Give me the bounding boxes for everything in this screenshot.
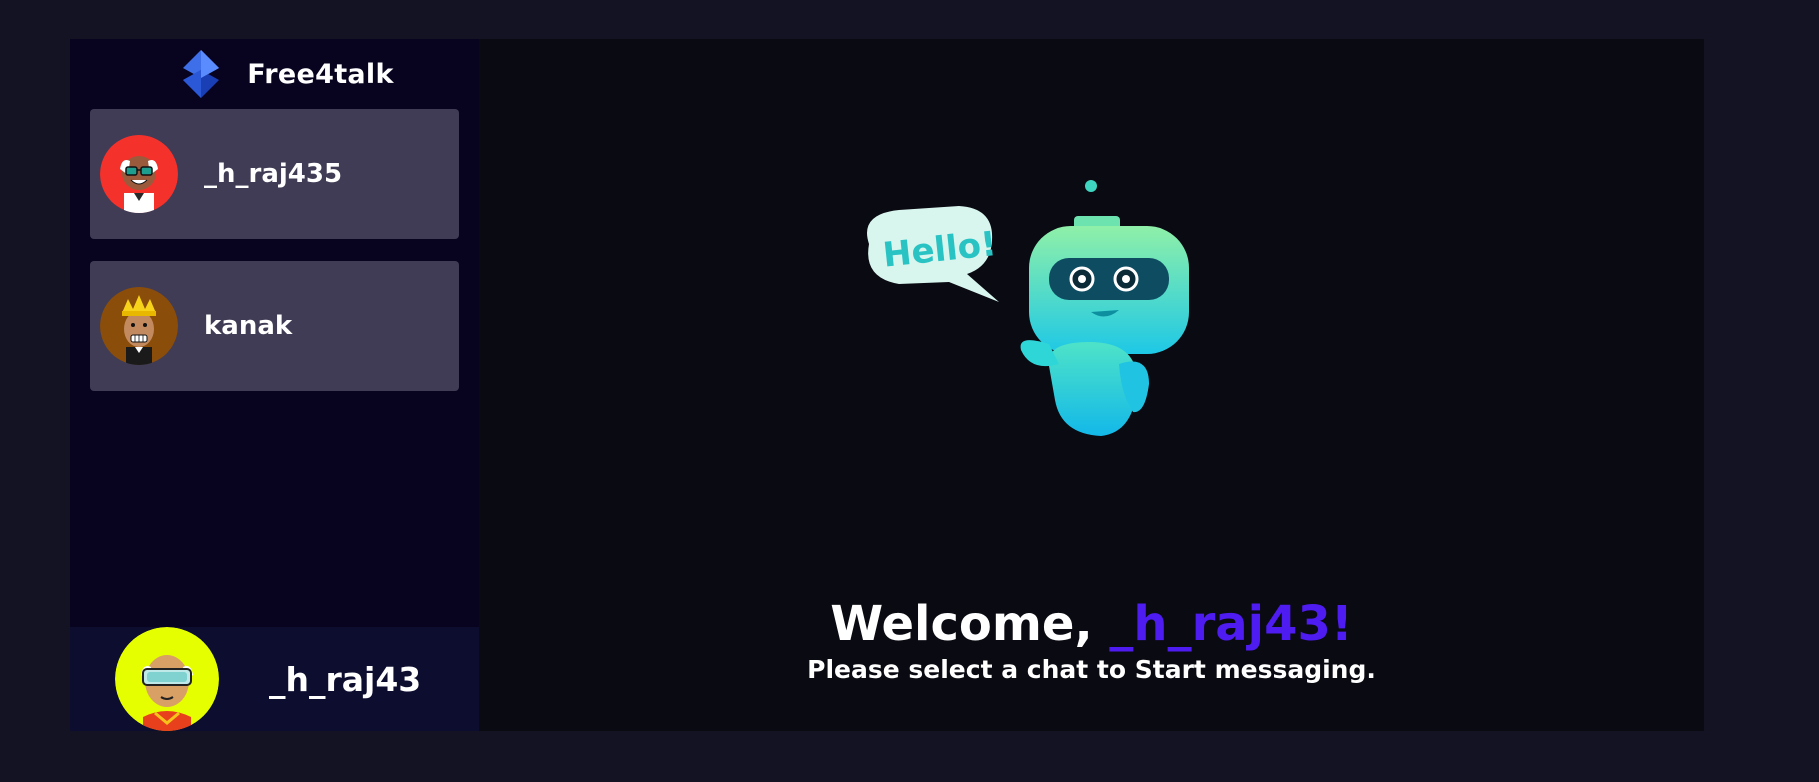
welcome-title: Welcome, _h_raj43! bbox=[479, 594, 1704, 654]
brand: Free4talk bbox=[70, 39, 479, 109]
welcome-message: Welcome, _h_raj43! Please select a chat … bbox=[479, 594, 1704, 686]
contact-avatar bbox=[100, 135, 178, 213]
diamond-logo-icon bbox=[183, 50, 220, 98]
contact-list: _h_raj435 kanak bbox=[70, 109, 479, 391]
current-user-name: _h_raj43 bbox=[269, 659, 422, 699]
current-user-avatar bbox=[115, 627, 219, 731]
welcome-prefix: Welcome, bbox=[830, 596, 1110, 652]
chat-welcome-panel: Hello! Welcome, _h_raj43! Please select … bbox=[479, 39, 1704, 731]
welcome-subtitle: Please select a chat to Start messaging. bbox=[807, 655, 1376, 684]
sidebar: Free4talk _h_raj435 kanak _h_raj43 bbox=[70, 39, 479, 731]
contact-name: kanak bbox=[204, 311, 293, 341]
contact-item[interactable]: kanak bbox=[90, 261, 459, 391]
welcome-username: _h_raj43! bbox=[1109, 596, 1353, 652]
avatar-vr-goggles-icon bbox=[115, 627, 219, 731]
contact-avatar bbox=[100, 287, 178, 365]
contact-name: _h_raj435 bbox=[204, 159, 343, 189]
contact-item[interactable]: _h_raj435 bbox=[90, 109, 459, 239]
robot-hello-illustration-icon: Hello! bbox=[867, 180, 1189, 436]
avatar-king-crown-icon bbox=[100, 287, 178, 365]
avatar-old-man-sunglasses-icon bbox=[100, 135, 178, 213]
chat-app: Free4talk _h_raj435 kanak _h_raj43 Hello… bbox=[70, 39, 1704, 731]
current-user: _h_raj43 bbox=[70, 627, 479, 731]
brand-name: Free4talk bbox=[247, 58, 394, 90]
